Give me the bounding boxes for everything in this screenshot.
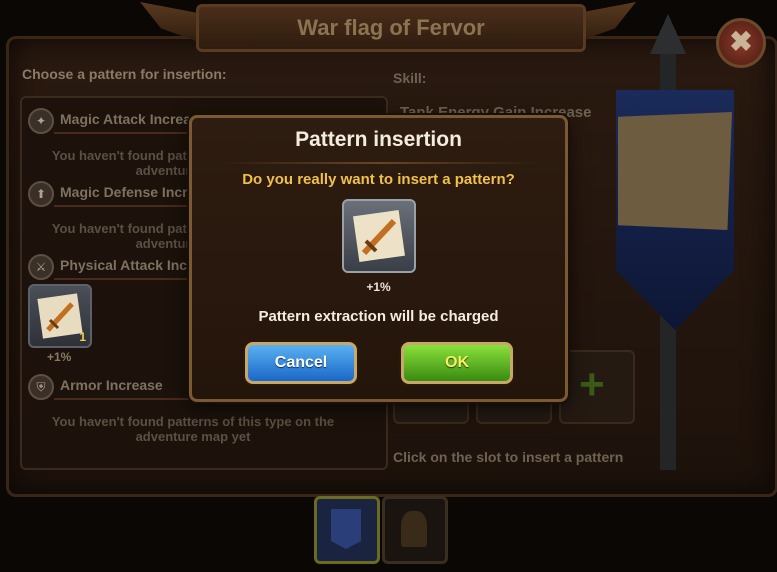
plus-icon: + [579,360,605,409]
beast-emblem-icon [401,511,427,547]
category-label: Magic Attack Increase [60,111,207,127]
dialog-divider [218,162,539,164]
item-bonus: +1% [47,350,72,364]
tab-flag-blue[interactable] [314,496,380,564]
dialog-question: Do you really want to insert a pattern? [242,171,515,188]
pattern-list-heading: Choose a pattern for insertion: [22,66,227,82]
close-icon: ✖ [729,26,753,57]
parchment [618,112,732,230]
pattern-insertion-dialog: Pattern insertion Do you really want to … [189,115,568,402]
window-title: War flag of Fervor [196,4,586,52]
item-count: 1 [79,330,86,344]
flag-spear [650,14,686,54]
armor-icon: ⛨ [28,374,54,400]
ok-button[interactable]: OK [401,342,513,384]
dialog-title: Pattern insertion [295,128,462,151]
charge-warning: Pattern extraction will be charged [258,308,499,325]
category-label: Armor Increase [60,377,163,393]
pattern-slot-3[interactable]: + [559,350,635,424]
pattern-item[interactable]: 1 [28,284,92,348]
magic-defense-icon: ⬆ [28,181,54,207]
empty-message: You haven't found patterns of this type … [51,414,335,444]
cancel-button[interactable]: Cancel [245,342,357,384]
physical-attack-icon: ⚔ [28,254,54,280]
skill-label: Skill: [393,70,427,86]
close-button[interactable]: ✖ [716,18,766,68]
tab-flag-other[interactable] [382,496,448,564]
pattern-preview [342,199,416,273]
magic-attack-icon: ✦ [28,108,54,134]
sword-scroll-icon [353,210,405,262]
pattern-bonus: +1% [366,280,391,294]
insert-hint: Click on the slot to insert a pattern [393,449,624,465]
blue-flag-icon [331,509,361,549]
